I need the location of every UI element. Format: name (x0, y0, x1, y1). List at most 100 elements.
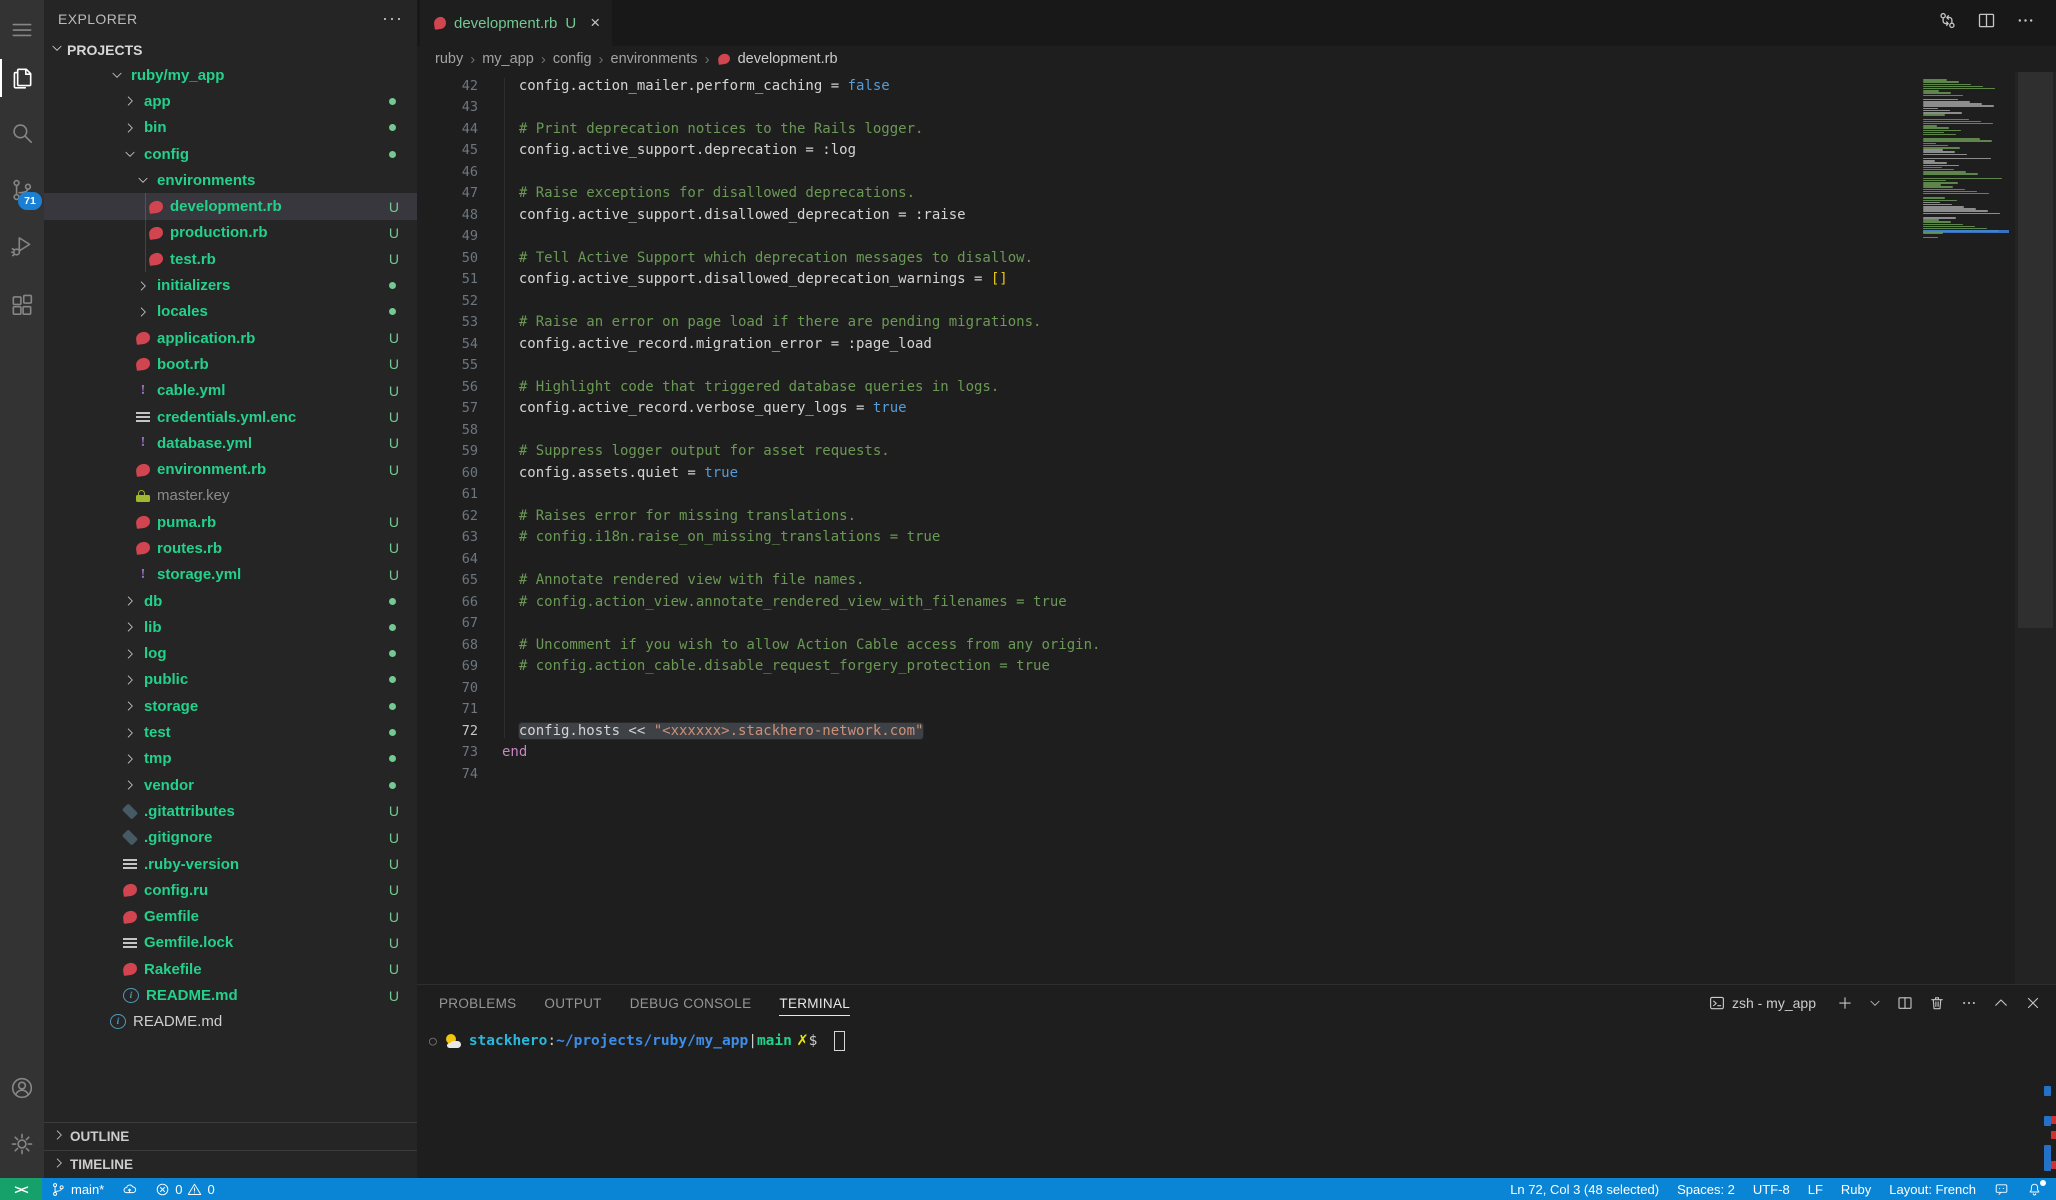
vscode-window: 71 EXPLORER ··· PROJECTS ruby/my_appappb… (0, 0, 2056, 1200)
editor-scrollbar[interactable] (2015, 72, 2056, 984)
tree-file-boot.rb[interactable]: boot.rbU (44, 351, 417, 377)
breadcrumb-item[interactable]: ruby (435, 51, 463, 67)
breadcrumb-item[interactable]: my_app (482, 51, 534, 67)
tree-folder-lib[interactable]: lib (44, 614, 417, 640)
git-branch-status[interactable]: main* (42, 1178, 113, 1200)
minimap[interactable] (1923, 75, 2015, 239)
tree-folder-initializers[interactable]: initializers (44, 272, 417, 298)
tree-file-config.ru[interactable]: config.ruU (44, 877, 417, 903)
activity-menu-icon[interactable] (0, 8, 44, 52)
chevron-right-icon (123, 121, 137, 135)
tree-item-label: .gitattributes (144, 803, 235, 820)
split-editor-icon[interactable] (1896, 994, 1914, 1012)
scrollbar-slider[interactable] (2018, 72, 2053, 628)
tree-folder-ruby-my_app[interactable]: ruby/my_app (44, 62, 417, 88)
notifications-bell-icon[interactable] (2018, 1182, 2056, 1197)
tree-file-.ruby-version[interactable]: .ruby-versionU (44, 851, 417, 877)
language-mode[interactable]: Ruby (1832, 1182, 1880, 1197)
tree-file-Gemfile[interactable]: GemfileU (44, 904, 417, 930)
tree-file-README.md[interactable]: iREADME.mdU (44, 982, 417, 1008)
close-icon[interactable] (2024, 994, 2042, 1012)
section-header-timeline[interactable]: TIMELINE (44, 1150, 417, 1178)
tree-folder-public[interactable]: public (44, 667, 417, 693)
terminal-session-label[interactable]: zsh - my_app (1708, 994, 1816, 1012)
activity-settings-gear-icon[interactable] (0, 1122, 44, 1166)
tree-file-Gemfile.lock[interactable]: Gemfile.lockU (44, 930, 417, 956)
tree-folder-log[interactable]: log (44, 641, 417, 667)
tree-file-.gitattributes[interactable]: .gitattributesU (44, 798, 417, 824)
line-number: 44 (417, 121, 478, 137)
section-header-outline[interactable]: OUTLINE (44, 1122, 417, 1150)
tree-folder-app[interactable]: app (44, 88, 417, 114)
more-actions-icon[interactable]: ··· (382, 8, 403, 29)
code-text: # config.action_view.annotate_rendered_v… (502, 594, 1067, 610)
code-text: config.active_record.verbose_query_logs … (502, 400, 907, 416)
tree-file-.gitignore[interactable]: .gitignoreU (44, 825, 417, 851)
activity-account-icon[interactable] (0, 1066, 44, 1110)
activity-source-control-icon[interactable]: 71 (0, 168, 44, 212)
tree-file-Rakefile[interactable]: RakefileU (44, 956, 417, 982)
tree-file-database.yml[interactable]: !database.ymlU (44, 430, 417, 456)
encoding[interactable]: UTF-8 (1744, 1182, 1799, 1197)
tree-file-cable.yml[interactable]: !cable.ymlU (44, 378, 417, 404)
problems-status[interactable]: 00 (146, 1178, 223, 1200)
cursor-position[interactable]: Ln 72, Col 3 (48 selected) (1501, 1182, 1668, 1197)
eol[interactable]: LF (1799, 1182, 1832, 1197)
activity-search-icon[interactable] (0, 111, 44, 155)
code-line-65: 65 # Annotate rendered view with file na… (417, 570, 2056, 592)
panel-tab-debug-console[interactable]: DEBUG CONSOLE (630, 985, 752, 1021)
panel-tab-terminal[interactable]: TERMINAL (779, 985, 850, 1021)
breadcrumb-item[interactable]: config (553, 51, 592, 67)
tree-file-puma.rb[interactable]: puma.rbU (44, 509, 417, 535)
publish-changes[interactable] (113, 1178, 146, 1200)
terminal[interactable]: ○stackhero:~/projects/ruby/my_app|main ✗… (417, 1021, 2056, 1051)
feedback-icon[interactable] (1985, 1182, 2018, 1197)
plus-icon[interactable] (1836, 994, 1854, 1012)
breadcrumb-item[interactable]: environments (611, 51, 698, 67)
tree-file-credentials.yml.enc[interactable]: credentials.yml.encU (44, 404, 417, 430)
tree-folder-config[interactable]: config (44, 141, 417, 167)
tree-folder-vendor[interactable]: vendor (44, 772, 417, 798)
panel-tab-problems[interactable]: PROBLEMS (439, 985, 516, 1021)
tree-item-label: locales (157, 303, 208, 320)
tree-folder-db[interactable]: db (44, 588, 417, 614)
tree-file-master.key[interactable]: master.key (44, 483, 417, 509)
indentation[interactable]: Spaces: 2 (1668, 1182, 1744, 1197)
chevron-separator-icon: › (541, 51, 546, 68)
tree-folder-environments[interactable]: environments (44, 167, 417, 193)
panel-tab-output[interactable]: OUTPUT (544, 985, 601, 1021)
activity-explorer-icon[interactable] (0, 56, 44, 100)
tree-file-application.rb[interactable]: application.rbU (44, 325, 417, 351)
activity-extensions-icon[interactable] (0, 283, 44, 327)
tree-folder-bin[interactable]: bin (44, 115, 417, 141)
ellipsis-icon[interactable] (1960, 994, 1978, 1012)
git-untracked-badge: U (389, 540, 399, 556)
tree-folder-tmp[interactable]: tmp (44, 746, 417, 772)
remote-indicator[interactable]: >< (0, 1178, 42, 1200)
breadcrumb-item[interactable]: development.rb (738, 51, 838, 67)
projects-section-header[interactable]: PROJECTS (44, 37, 417, 62)
tab-development-rb[interactable]: development.rb U × (420, 0, 612, 46)
tree-file-production.rb[interactable]: production.rbU (44, 220, 417, 246)
tab-bar: development.rb U × (417, 0, 2056, 46)
activity-run-debug-icon[interactable] (0, 224, 44, 268)
tree-file-routes.rb[interactable]: routes.rbU (44, 535, 417, 561)
tree-file-README.md[interactable]: iREADME.md (44, 1009, 417, 1035)
chevron-down-icon[interactable] (1868, 994, 1882, 1012)
tree-file-test.rb[interactable]: test.rbU (44, 246, 417, 272)
chevron-up-icon[interactable] (1992, 994, 2010, 1012)
code-editor[interactable]: 42 config.action_mailer.perform_caching … (417, 72, 2056, 984)
compare-changes-icon[interactable] (1937, 10, 1958, 36)
tree-folder-storage[interactable]: storage (44, 693, 417, 719)
tree-folder-test[interactable]: test (44, 719, 417, 745)
tree-file-storage.yml[interactable]: !storage.ymlU (44, 562, 417, 588)
tree-file-development.rb[interactable]: development.rbU (44, 193, 417, 219)
ellipsis-icon[interactable] (2015, 10, 2036, 36)
keyboard-layout[interactable]: Layout: French (1880, 1182, 1985, 1197)
tree-file-environment.rb[interactable]: environment.rbU (44, 456, 417, 482)
split-editor-icon[interactable] (1976, 10, 1997, 36)
trash-icon[interactable] (1928, 994, 1946, 1012)
excl-file-icon: ! (136, 436, 150, 450)
tree-folder-locales[interactable]: locales (44, 299, 417, 325)
close-icon[interactable]: × (590, 13, 600, 33)
